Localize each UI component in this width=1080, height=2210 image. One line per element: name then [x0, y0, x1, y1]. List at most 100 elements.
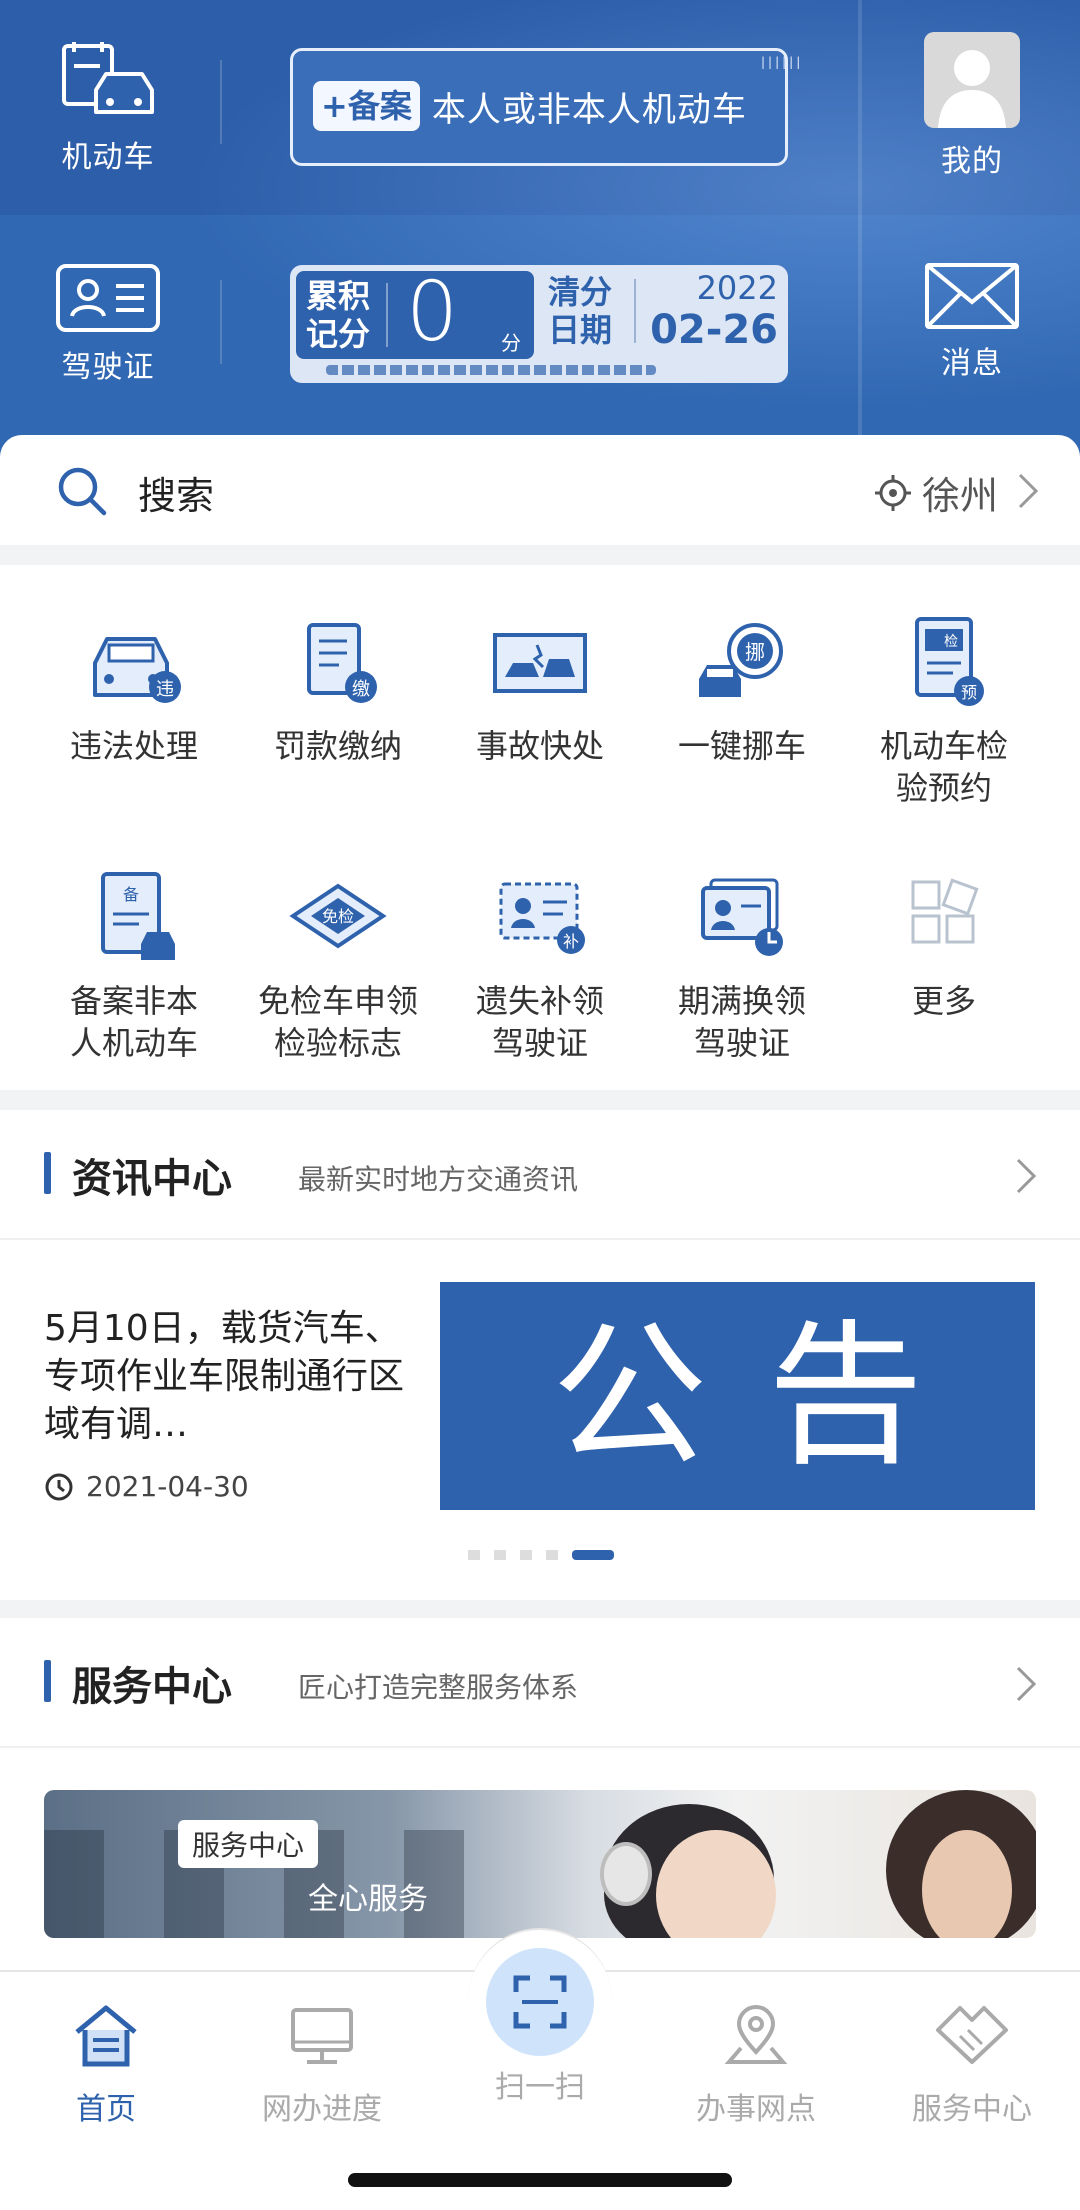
- service-center-title: 服务中心: [72, 1664, 232, 1710]
- tab-scan[interactable]: 扫一扫: [440, 2062, 640, 2106]
- banner-notch: [315, 48, 425, 62]
- clear-date: 02-26: [650, 307, 778, 353]
- handshake-icon: [936, 2006, 1008, 2064]
- chevron-right-icon[interactable]: [1014, 1664, 1038, 1704]
- service-center-banner[interactable]: 服务中心 全心服务: [44, 1790, 1036, 1938]
- service-item-fine[interactable]: 缴 罚款缴纳: [236, 615, 440, 767]
- agent-face: [922, 1830, 1012, 1938]
- divider: [634, 279, 636, 343]
- service-item-exempt-inspection[interactable]: 免检 免检车申领 检验标志: [236, 870, 440, 1064]
- clear-date-label: 清分 日期: [548, 273, 612, 349]
- points-panel: 累积 记分 0 分: [296, 265, 534, 360]
- register-vehicle-banner[interactable]: |||||| +备案 本人或非本人机动车: [290, 48, 800, 166]
- chevron-right-icon[interactable]: [1014, 1156, 1038, 1196]
- points-unit: 分: [501, 331, 521, 355]
- scan-button[interactable]: [486, 1948, 594, 2056]
- locate-icon: [874, 474, 911, 511]
- banner-stripe: [326, 365, 656, 375]
- clear-label-line1: 清分: [548, 273, 613, 311]
- service-item-register-vehicle[interactable]: 备 备案非本 人机动车: [32, 870, 236, 1064]
- service-center-section: 服务中心 匠心打造完整服务体系 服务中心 全心服务: [0, 1618, 1080, 1978]
- service-label-line1: 机动车检: [879, 727, 1008, 765]
- service-label-line2: 驾驶证: [491, 1024, 588, 1062]
- more-icon: [911, 878, 979, 944]
- inspection-appointment-icon: 检 预: [915, 617, 984, 706]
- service-item-inspection[interactable]: 检 预 机动车检 验预约: [842, 615, 1046, 809]
- tab-label: 首页: [76, 2092, 136, 2127]
- search-bar[interactable]: 搜索 徐州: [0, 435, 1080, 545]
- news-header[interactable]: 资讯中心 最新实时地方交通资讯: [0, 1110, 1080, 1240]
- service-label: 更多: [842, 980, 1046, 1022]
- tab-home[interactable]: 首页: [6, 2000, 206, 2128]
- clear-label-line2: 日期: [548, 311, 613, 349]
- banner-tag: 服务中心: [178, 1820, 319, 1868]
- service-label-line1: 罚款缴纳: [273, 727, 402, 765]
- notice-banner[interactable]: 公告: [440, 1282, 1035, 1510]
- carousel-dot: [520, 1550, 532, 1560]
- fine-payment-icon: 缴: [307, 623, 377, 703]
- service-item-accident[interactable]: 事故快处: [438, 615, 642, 767]
- tab-label: 办事网点: [696, 2092, 816, 2127]
- mine-button[interactable]: 我的: [902, 32, 1042, 180]
- service-center-subtitle: 匠心打造完整服务体系: [298, 1671, 579, 1704]
- service-item-renew-license[interactable]: 期满换领 驾驶证: [640, 870, 844, 1064]
- license-button[interactable]: 驾驶证: [38, 262, 178, 386]
- clock-icon: [45, 1473, 73, 1500]
- service-label: 一键挪车: [640, 725, 844, 767]
- divider: [220, 60, 222, 144]
- divider: [858, 0, 862, 470]
- accident-icon: [493, 633, 587, 693]
- service-item-violation[interactable]: 违 违法处理: [32, 615, 236, 767]
- tab-service-center[interactable]: 服务中心: [872, 2000, 1072, 2128]
- id-card-icon: [56, 264, 160, 332]
- city-selector[interactable]: 徐州: [874, 465, 998, 520]
- svg-text:预: 预: [961, 683, 977, 702]
- home-indicator: [348, 2173, 732, 2187]
- message-button[interactable]: 消息: [902, 262, 1042, 382]
- svg-text:备: 备: [123, 885, 139, 904]
- avatar-silhouette-icon: [938, 50, 1006, 128]
- service-center-header[interactable]: 服务中心 匠心打造完整服务体系: [0, 1618, 1080, 1748]
- city-label: 徐州: [921, 474, 998, 518]
- tab-progress[interactable]: 网办进度: [222, 2000, 422, 2128]
- svg-text:违: 违: [156, 679, 174, 700]
- search-icon: [58, 467, 107, 516]
- service-label-line1: 备案非本: [69, 982, 198, 1020]
- svg-text:挪: 挪: [745, 640, 765, 664]
- car-violation-icon: 违: [93, 637, 181, 703]
- chevron-right-icon[interactable]: [1016, 471, 1040, 511]
- exempt-inspection-icon: 免检: [289, 883, 387, 949]
- service-item-move-car[interactable]: 挪 一键挪车: [640, 615, 844, 767]
- service-label: 期满换领 驾驶证: [640, 980, 844, 1064]
- service-item-replace-license[interactable]: 补 遗失补领 驾驶证: [438, 870, 642, 1064]
- news-item-text[interactable]: 5月10日，载货汽车、专项作业车限制通行区域有调…: [44, 1305, 414, 1449]
- home-icon: [75, 2005, 137, 2067]
- vehicle-button[interactable]: 机动车: [38, 40, 178, 176]
- service-label-line1: 遗失补领: [475, 982, 604, 1020]
- divider: [220, 280, 222, 364]
- section-accent-bar: [44, 1660, 51, 1702]
- headset: [600, 1842, 652, 1906]
- svg-text:检: 检: [944, 634, 958, 650]
- carousel-dot: [494, 1550, 506, 1560]
- carousel-dot: [468, 1550, 480, 1560]
- tab-service-points[interactable]: 办事网点: [656, 2000, 856, 2128]
- mine-label: 我的: [941, 144, 1003, 179]
- news-date-value: 2021-04-30: [86, 1470, 249, 1503]
- service-label-line1: 更多: [911, 982, 976, 1020]
- accum-label-line1: 累积: [306, 277, 371, 315]
- service-item-more[interactable]: 更多: [842, 870, 1046, 1022]
- divider: [386, 283, 388, 347]
- service-label: 罚款缴纳: [236, 725, 440, 767]
- service-label: 机动车检 验预约: [842, 725, 1046, 809]
- service-label-line1: 一键挪车: [677, 727, 806, 765]
- points-banner[interactable]: 累积 记分 0 分 清分 日期 2022 02-26: [290, 265, 788, 383]
- service-grid: 违 违法处理 缴 罚款缴纳 事故快处 挪 一键挪车 检 预 机动车检 验预约 备…: [0, 565, 1080, 1090]
- carousel-dot: [546, 1550, 558, 1560]
- register-text: 本人或非本人机动车: [431, 89, 747, 130]
- monitor-icon: [291, 2008, 353, 2064]
- service-label: 遗失补领 驾驶证: [438, 980, 642, 1064]
- search-input[interactable]: 搜索: [138, 465, 214, 520]
- section-accent-bar: [44, 1152, 51, 1194]
- accum-label-line2: 记分: [306, 315, 371, 353]
